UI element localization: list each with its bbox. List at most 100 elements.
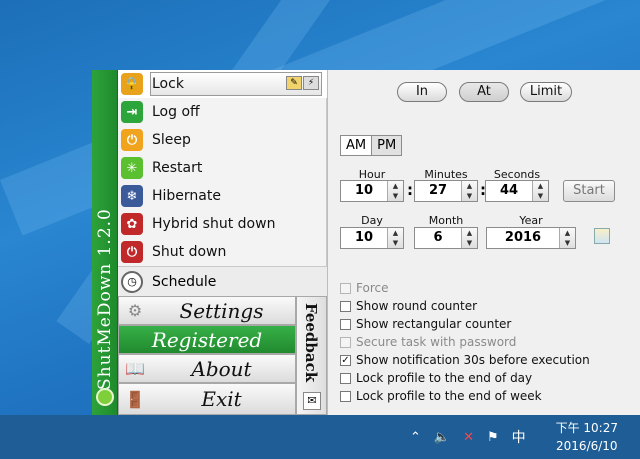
seconds-spinner[interactable]: 44 ▲ ▼	[485, 180, 549, 202]
hibernate-icon: ❄	[121, 185, 143, 207]
mode-limit-button[interactable]: Limit	[520, 82, 572, 102]
hour-spinner[interactable]: 10 ▲ ▼	[340, 180, 404, 202]
schedule-panel: In At Limit AM PM Hour Minutes Seconds 1…	[327, 70, 640, 415]
action-menu: 🔒 Lock ✎ ⚡ ⇥ Log off ⏻ Sleep ✳ Restart ❄…	[118, 70, 327, 296]
hybrid-shutdown-icon: ✿	[121, 213, 143, 235]
shutmedown-window: ShutMeDown 1.2.0 🔒 Lock ✎ ⚡ ⇥ Log off ⏻ …	[92, 70, 640, 415]
spinner-arrows[interactable]: ▲ ▼	[461, 181, 477, 201]
option-label: Show notification 30s before execution	[356, 353, 590, 367]
option-lock-day[interactable]: Lock profile to the end of day	[340, 371, 532, 385]
menu-item-label: Shut down	[152, 244, 227, 260]
am-pm-toggle[interactable]: AM PM	[340, 135, 403, 156]
menu-item-label: Hybrid shut down	[152, 216, 276, 232]
registered-button[interactable]: Registered	[118, 325, 296, 354]
start-button[interactable]: Start	[563, 180, 615, 202]
spinner-arrows[interactable]: ▲ ▼	[387, 228, 403, 248]
clock[interactable]: 下午 10:27 2016/6/10	[556, 419, 618, 455]
hour-value[interactable]: 10	[341, 181, 387, 201]
month-spinner[interactable]: 6 ▲ ▼	[414, 227, 478, 249]
minutes-spinner[interactable]: 27 ▲ ▼	[414, 180, 478, 202]
day-label: Day	[361, 214, 383, 227]
settings-button[interactable]: ⚙ Settings	[118, 296, 296, 325]
spinner-arrows[interactable]: ▲ ▼	[461, 228, 477, 248]
title-bar: ShutMeDown 1.2.0	[92, 70, 118, 415]
month-value[interactable]: 6	[415, 228, 461, 248]
exit-label: Exit	[201, 387, 242, 411]
menu-item-logoff[interactable]: ⇥ Log off	[118, 98, 327, 126]
schedule-item[interactable]: ◷ Schedule	[118, 266, 327, 296]
app-title: ShutMeDown 1.2.0	[95, 208, 115, 390]
checkbox[interactable]	[340, 282, 351, 294]
hotkey-icon[interactable]: ✎	[286, 76, 302, 90]
about-label: About	[191, 356, 252, 381]
menu-item-label: Hibernate	[152, 188, 221, 204]
clock-date: 2016/6/10	[556, 439, 618, 453]
option-label: Force	[356, 281, 389, 295]
checkbox[interactable]	[340, 318, 351, 330]
menu-item-lock[interactable]: 🔒 Lock ✎ ⚡	[118, 70, 327, 98]
volume-icon[interactable]: 🔈	[434, 430, 450, 445]
day-value[interactable]: 10	[341, 228, 387, 248]
day-spinner[interactable]: 10 ▲ ▼	[340, 227, 404, 249]
calendar-icon[interactable]	[594, 228, 610, 244]
feedback-button[interactable]: Feedback ✉	[296, 296, 327, 415]
chevron-up-icon[interactable]: ⌃	[410, 430, 421, 445]
option-label: Secure task with password	[356, 335, 517, 349]
option-notification[interactable]: ✓ Show notification 30s before execution	[340, 353, 590, 367]
year-spinner[interactable]: 2016 ▲ ▼	[486, 227, 576, 249]
option-label: Lock profile to the end of day	[356, 371, 533, 385]
option-round-counter[interactable]: Show round counter	[340, 299, 477, 313]
sleep-icon: ⏻	[121, 129, 143, 151]
menu-item-label: Log off	[152, 104, 200, 120]
clock-icon: ◷	[121, 270, 143, 293]
option-lock-week[interactable]: Lock profile to the end of week	[340, 389, 542, 403]
lightning-icon[interactable]: ⚡	[303, 76, 319, 90]
option-label: Show rectangular counter	[356, 317, 512, 331]
am-option[interactable]: AM	[341, 136, 371, 155]
menu-item-hybrid-shutdown[interactable]: ✿ Hybrid shut down	[118, 210, 327, 238]
menu-item-shutdown[interactable]: ⏻ Shut down	[118, 238, 327, 266]
checkbox[interactable]	[340, 372, 351, 384]
spinner-arrows[interactable]: ▲ ▼	[387, 181, 403, 201]
app-logo-icon	[96, 388, 114, 406]
book-icon: 📖	[125, 359, 145, 378]
checkbox[interactable]	[340, 390, 351, 402]
menu-item-restart[interactable]: ✳ Restart	[118, 154, 327, 182]
option-label: Lock profile to the end of week	[356, 389, 542, 403]
menu-item-hibernate[interactable]: ❄ Hibernate	[118, 182, 327, 210]
lock-icon: 🔒	[121, 73, 143, 95]
checkbox[interactable]	[340, 300, 351, 312]
time-separator: :	[407, 181, 413, 199]
settings-label: Settings	[179, 298, 264, 323]
checkbox-checked[interactable]: ✓	[340, 354, 351, 366]
option-label: Show round counter	[356, 299, 478, 313]
logoff-icon: ⇥	[121, 101, 143, 123]
clock-time: 下午 10:27	[555, 421, 618, 435]
flag-icon[interactable]: ⚑	[487, 430, 499, 445]
shutdown-icon: ⏻	[121, 241, 143, 263]
mode-at-button[interactable]: At	[459, 82, 509, 102]
seconds-value[interactable]: 44	[486, 181, 532, 201]
exit-button[interactable]: 🚪 Exit	[118, 383, 296, 415]
menu-item-sleep[interactable]: ⏻ Sleep	[118, 126, 327, 154]
feedback-icon: ✉	[303, 392, 321, 410]
about-button[interactable]: 📖 About	[118, 354, 296, 383]
pm-option[interactable]: PM	[371, 136, 402, 155]
network-icon[interactable]: ✕	[463, 430, 474, 445]
minutes-value[interactable]: 27	[415, 181, 461, 201]
option-force[interactable]: Force	[340, 281, 388, 295]
year-value[interactable]: 2016	[487, 228, 559, 248]
menu-item-label: Sleep	[152, 132, 191, 148]
year-label: Year	[519, 214, 543, 227]
menu-item-label: Restart	[152, 160, 203, 176]
gears-icon: ⚙	[127, 301, 143, 320]
spinner-arrows[interactable]: ▲ ▼	[532, 181, 548, 201]
registered-label: Registered	[151, 327, 263, 352]
option-secure-password[interactable]: Secure task with password	[340, 335, 516, 349]
ime-indicator[interactable]: 中	[512, 427, 526, 447]
option-rect-counter[interactable]: Show rectangular counter	[340, 317, 511, 331]
checkbox[interactable]	[340, 336, 351, 348]
spinner-arrows[interactable]: ▲ ▼	[559, 228, 575, 248]
mode-in-button[interactable]: In	[397, 82, 447, 102]
taskbar: ⌃ 🔈 ✕ ⚑ 中 下午 10:27 2016/6/10	[0, 415, 640, 459]
